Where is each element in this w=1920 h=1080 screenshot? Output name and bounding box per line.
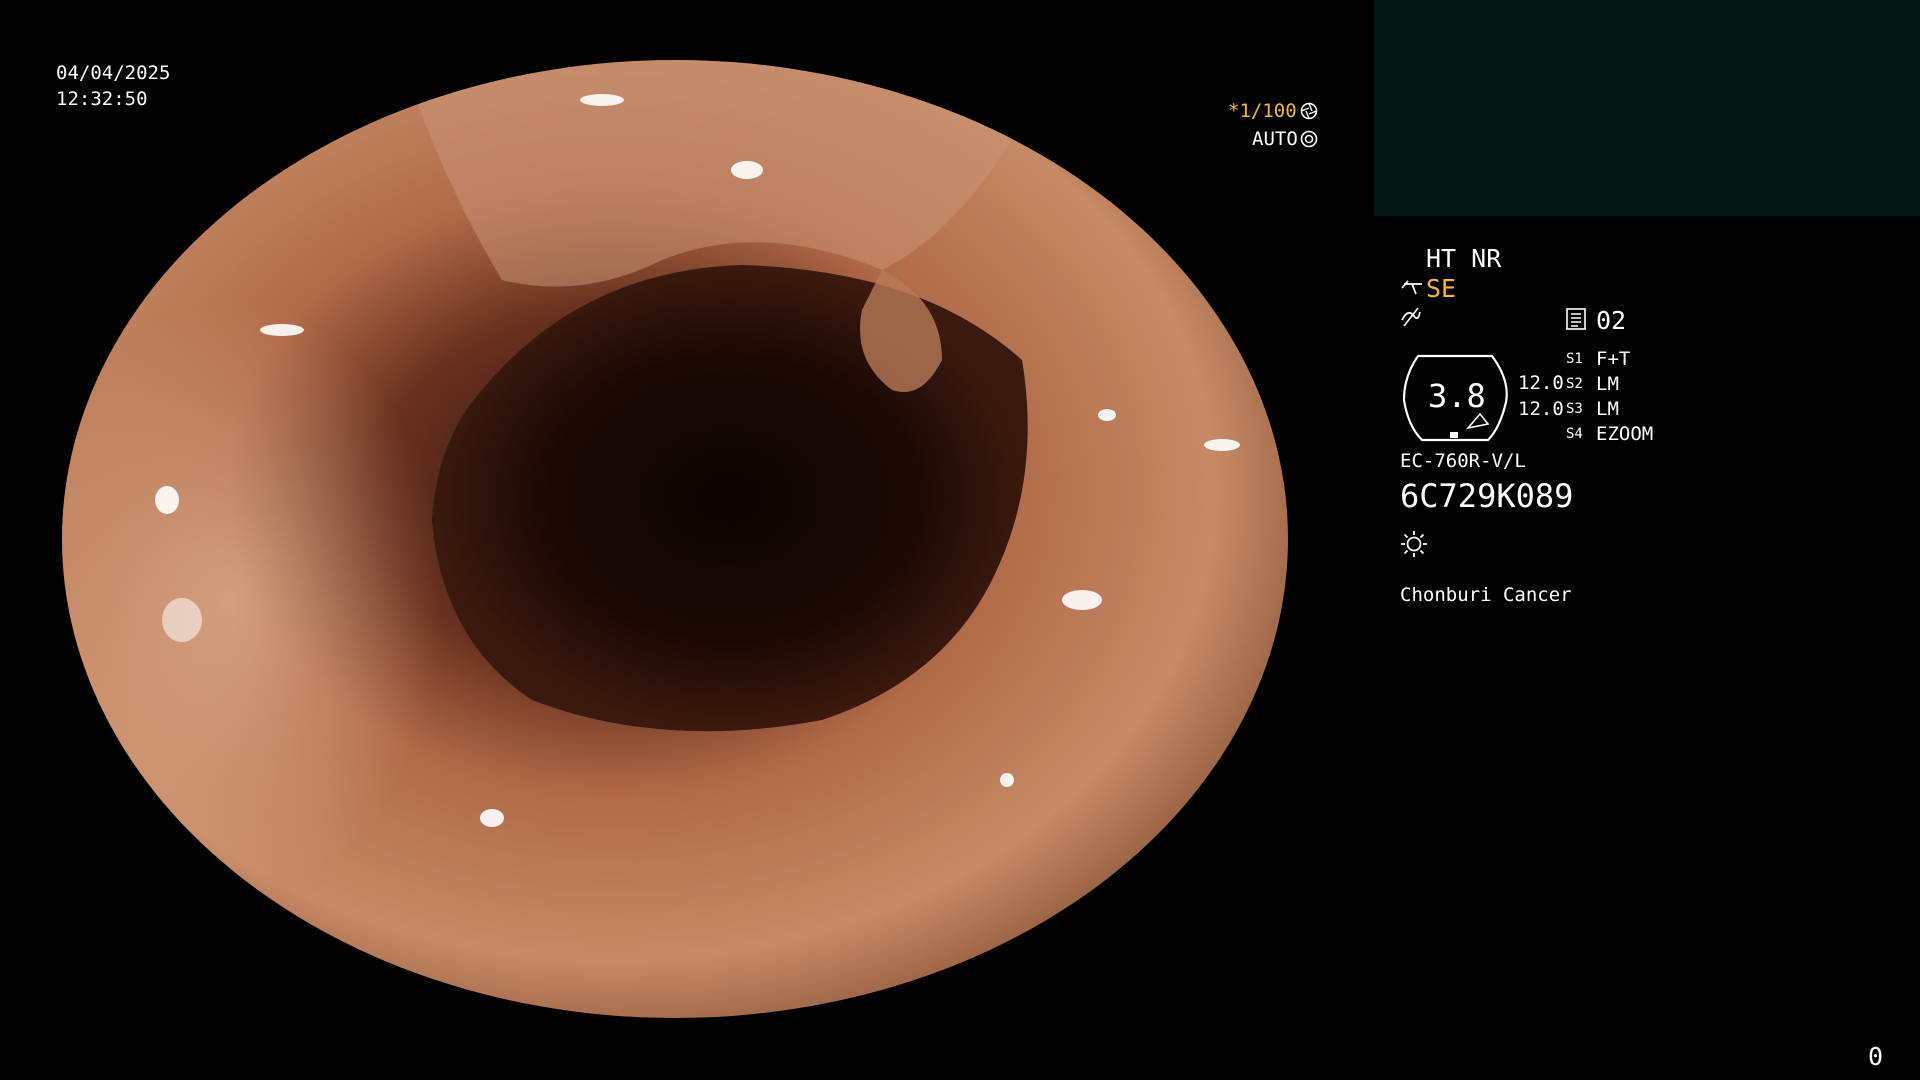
switch-key: S3 [1566, 401, 1583, 417]
se-label: SE [1426, 274, 1457, 303]
switch-value: LM [1596, 373, 1619, 395]
aperture-icon [1300, 102, 1318, 120]
light-icon [1400, 530, 1428, 558]
scope-serial: 6C729K089 [1400, 477, 1574, 515]
endoscope-image [62, 60, 1288, 1018]
switch-value: F+T [1596, 348, 1631, 370]
shutter-value: *1/100 [1228, 100, 1297, 122]
iris-mode: AUTO [1252, 128, 1298, 150]
switch-value: LM [1596, 398, 1619, 420]
auto-iris-icon [1300, 130, 1318, 148]
scope-model: EC-760R-V/L [1400, 450, 1526, 472]
structure-enhance-icon [1400, 278, 1424, 298]
institution-name: Chonburi Cancer [1400, 584, 1572, 606]
memory-slot: 02 [1596, 306, 1627, 335]
switch-key: S2 [1566, 376, 1583, 392]
frame-counter: 0 [1868, 1042, 1884, 1071]
time-text: 12:32:50 [56, 88, 148, 110]
endoscope-view [62, 60, 1288, 1018]
date-text: 04/04/2025 [56, 62, 171, 84]
switch-key: S1 [1566, 351, 1583, 367]
freeze-icon [1400, 306, 1422, 328]
ht-nr-label: HT NR [1426, 244, 1502, 273]
gauge-side-value-2: 12.0 [1518, 398, 1564, 420]
gauge-value: 3.8 [1428, 377, 1486, 415]
gauge-side-value-1: 12.0 [1518, 372, 1564, 394]
switch-key: S4 [1566, 426, 1583, 442]
thumbnail-panel [1374, 0, 1920, 216]
memory-icon [1566, 308, 1586, 330]
switch-value: EZOOM [1596, 423, 1654, 445]
